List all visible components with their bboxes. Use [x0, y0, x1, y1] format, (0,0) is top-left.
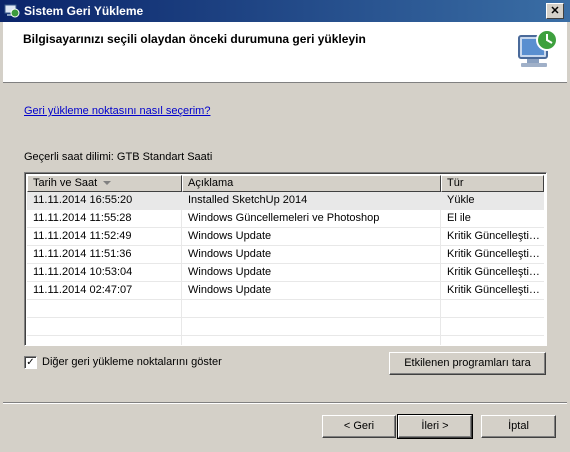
cell-description: Installed SketchUp 2014	[182, 192, 441, 209]
title-bar: Sistem Geri Yükleme ✕	[0, 0, 570, 22]
header-panel: Bilgisayarınızı seçili olaydan önceki du…	[3, 22, 567, 83]
system-restore-icon	[4, 4, 20, 18]
show-more-label[interactable]: Diğer geri yükleme noktalarını göster	[42, 356, 222, 368]
close-button[interactable]: ✕	[546, 3, 564, 19]
cell-type: Kritik Güncelleşti…	[447, 284, 540, 296]
cell-description: Windows Update	[182, 228, 441, 245]
restore-points-table[interactable]: Tarih ve Saat Açıklama Tür 11.11.2014 16…	[24, 172, 547, 346]
cell-description: Windows Update	[182, 282, 441, 299]
empty-row	[27, 318, 544, 336]
table-row[interactable]: 11.11.2014 02:47:07 Windows Update Kriti…	[27, 282, 544, 300]
table-row[interactable]: 11.11.2014 11:52:49 Windows Update Kriti…	[27, 228, 544, 246]
table-row[interactable]: 11.11.2014 16:55:20 Installed SketchUp 2…	[27, 192, 544, 210]
cell-description: Windows Güncellemeleri ve Photoshop	[182, 210, 441, 227]
empty-row	[27, 336, 544, 345]
computer-restore-icon	[518, 29, 558, 67]
column-header-description[interactable]: Açıklama	[182, 175, 441, 192]
table-header: Tarih ve Saat Açıklama Tür	[27, 175, 544, 192]
footer-divider	[3, 402, 567, 404]
column-header-type[interactable]: Tür	[441, 175, 544, 192]
empty-row	[27, 300, 544, 318]
show-more-checkbox[interactable]: ✓	[24, 356, 37, 369]
window-title: Sistem Geri Yükleme	[24, 4, 144, 18]
cell-date: 11.11.2014 11:51:36	[27, 246, 182, 263]
cell-date: 11.11.2014 11:55:28	[27, 210, 182, 227]
cell-date: 11.11.2014 11:52:49	[27, 228, 182, 245]
column-header-date[interactable]: Tarih ve Saat	[27, 175, 182, 192]
cell-description: Windows Update	[182, 264, 441, 281]
cell-type: Kritik Güncelleşti…	[447, 266, 540, 278]
help-link[interactable]: Geri yükleme noktasını nasıl seçerim?	[24, 105, 210, 117]
table-row[interactable]: 11.11.2014 11:55:28 Windows Güncellemele…	[27, 210, 544, 228]
cell-type: Kritik Güncelleşti…	[447, 248, 540, 260]
cell-type: El ile	[447, 212, 471, 224]
scan-programs-button[interactable]: Etkilenen programları tara	[389, 352, 546, 375]
table-row[interactable]: 11.11.2014 11:51:36 Windows Update Kriti…	[27, 246, 544, 264]
cell-date: 11.11.2014 02:47:07	[27, 282, 182, 299]
cancel-button[interactable]: İptal	[481, 415, 556, 438]
cell-date: 11.11.2014 10:53:04	[27, 264, 182, 281]
back-button[interactable]: < Geri	[322, 415, 396, 438]
page-heading: Bilgisayarınızı seçili olaydan önceki du…	[23, 32, 366, 46]
cell-type: Kritik Güncelleşti…	[447, 230, 540, 242]
table-body: 11.11.2014 16:55:20 Installed SketchUp 2…	[27, 192, 544, 345]
cell-description: Windows Update	[182, 246, 441, 263]
next-button[interactable]: İleri >	[397, 414, 473, 439]
cell-date: 11.11.2014 16:55:20	[27, 192, 182, 209]
sort-down-icon	[103, 181, 112, 186]
cell-type: Yükle	[447, 194, 475, 206]
table-row[interactable]: 11.11.2014 10:53:04 Windows Update Kriti…	[27, 264, 544, 282]
timezone-label: Geçerli saat dilimi: GTB Standart Saati	[24, 151, 213, 163]
